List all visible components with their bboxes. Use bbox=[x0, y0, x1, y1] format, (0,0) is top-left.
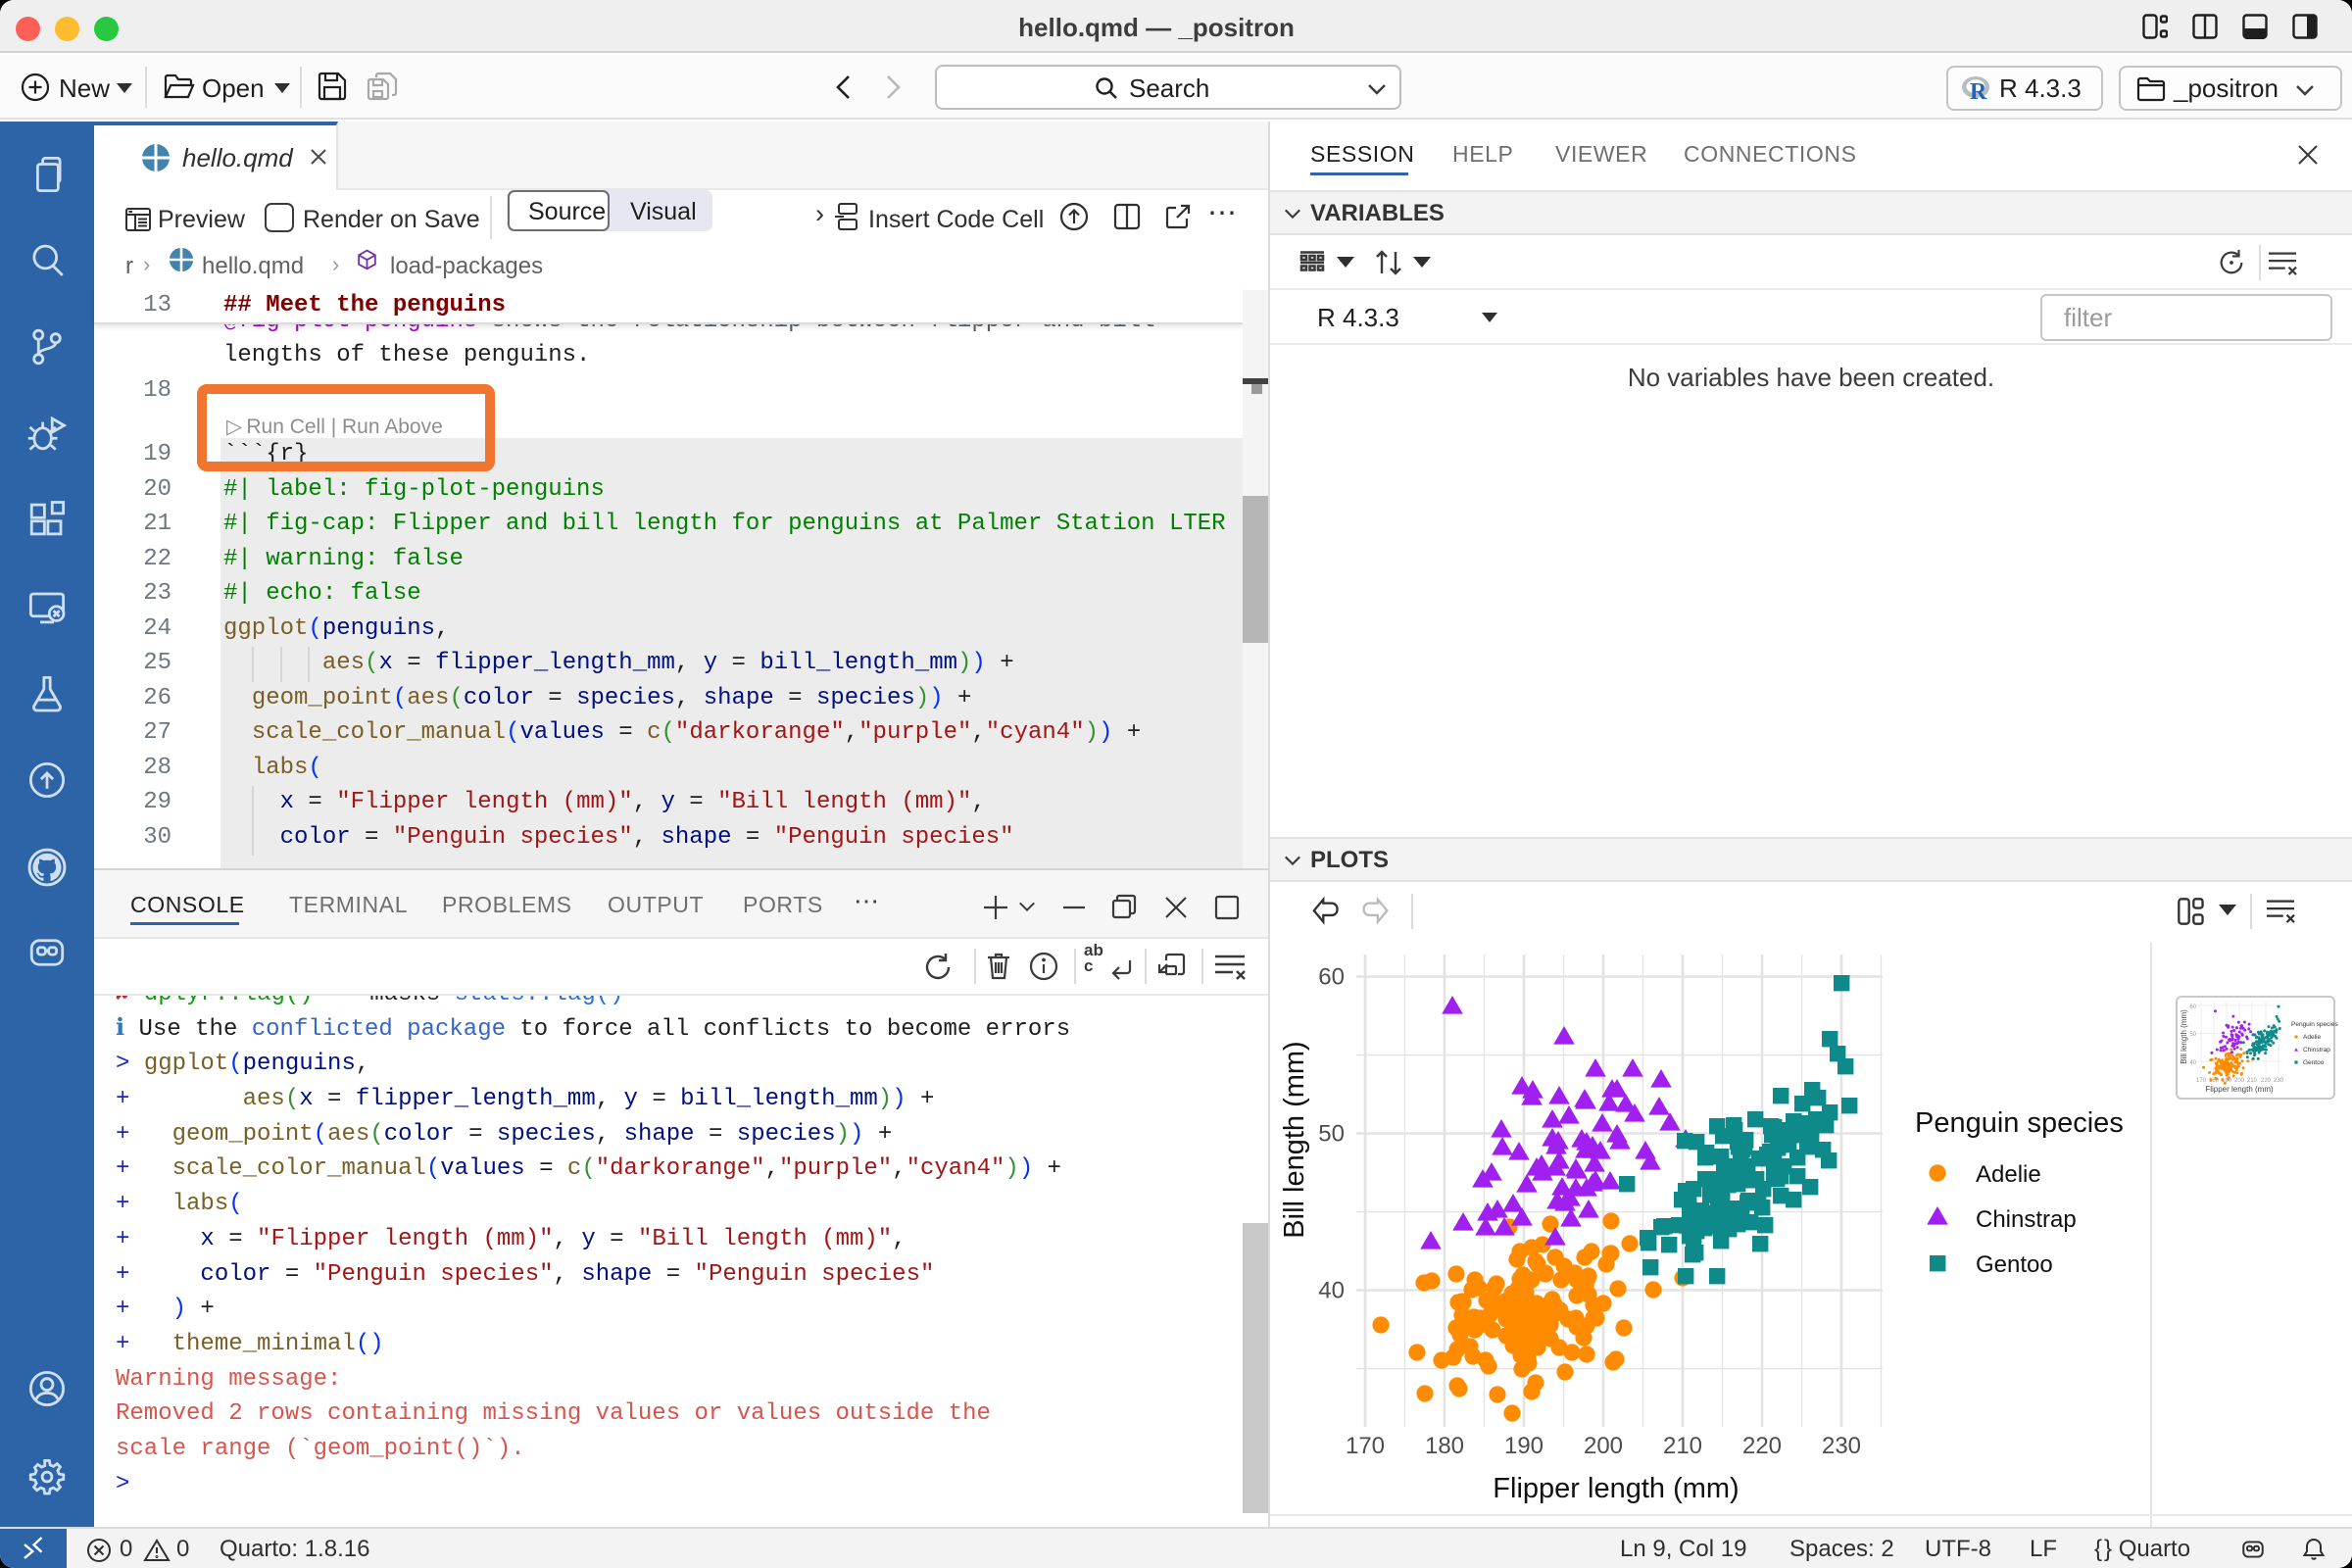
svg-text:Penguin species: Penguin species bbox=[2291, 1021, 2338, 1028]
svg-text:Flipper length (mm): Flipper length (mm) bbox=[2205, 1085, 2274, 1094]
svg-text:50: 50 bbox=[2189, 1032, 2196, 1038]
svg-text:40: 40 bbox=[2189, 1060, 2196, 1066]
svg-text:Adelie: Adelie bbox=[2303, 1034, 2321, 1041]
svg-text:Bill length (mm): Bill length (mm) bbox=[2180, 1009, 2188, 1064]
svg-text:Chinstrap: Chinstrap bbox=[2303, 1047, 2330, 1054]
svg-text:Gentoo: Gentoo bbox=[2303, 1059, 2325, 1066]
svg-text:200: 200 bbox=[2234, 1078, 2245, 1084]
svg-text:210: 210 bbox=[2247, 1078, 2258, 1084]
svg-text:230: 230 bbox=[2274, 1078, 2284, 1084]
svg-text:60: 60 bbox=[2189, 1004, 2196, 1010]
svg-text:220: 220 bbox=[2261, 1078, 2272, 1084]
svg-text:170: 170 bbox=[2196, 1078, 2207, 1084]
svg-text:190: 190 bbox=[2222, 1078, 2232, 1084]
svg-text:180: 180 bbox=[2209, 1078, 2220, 1084]
